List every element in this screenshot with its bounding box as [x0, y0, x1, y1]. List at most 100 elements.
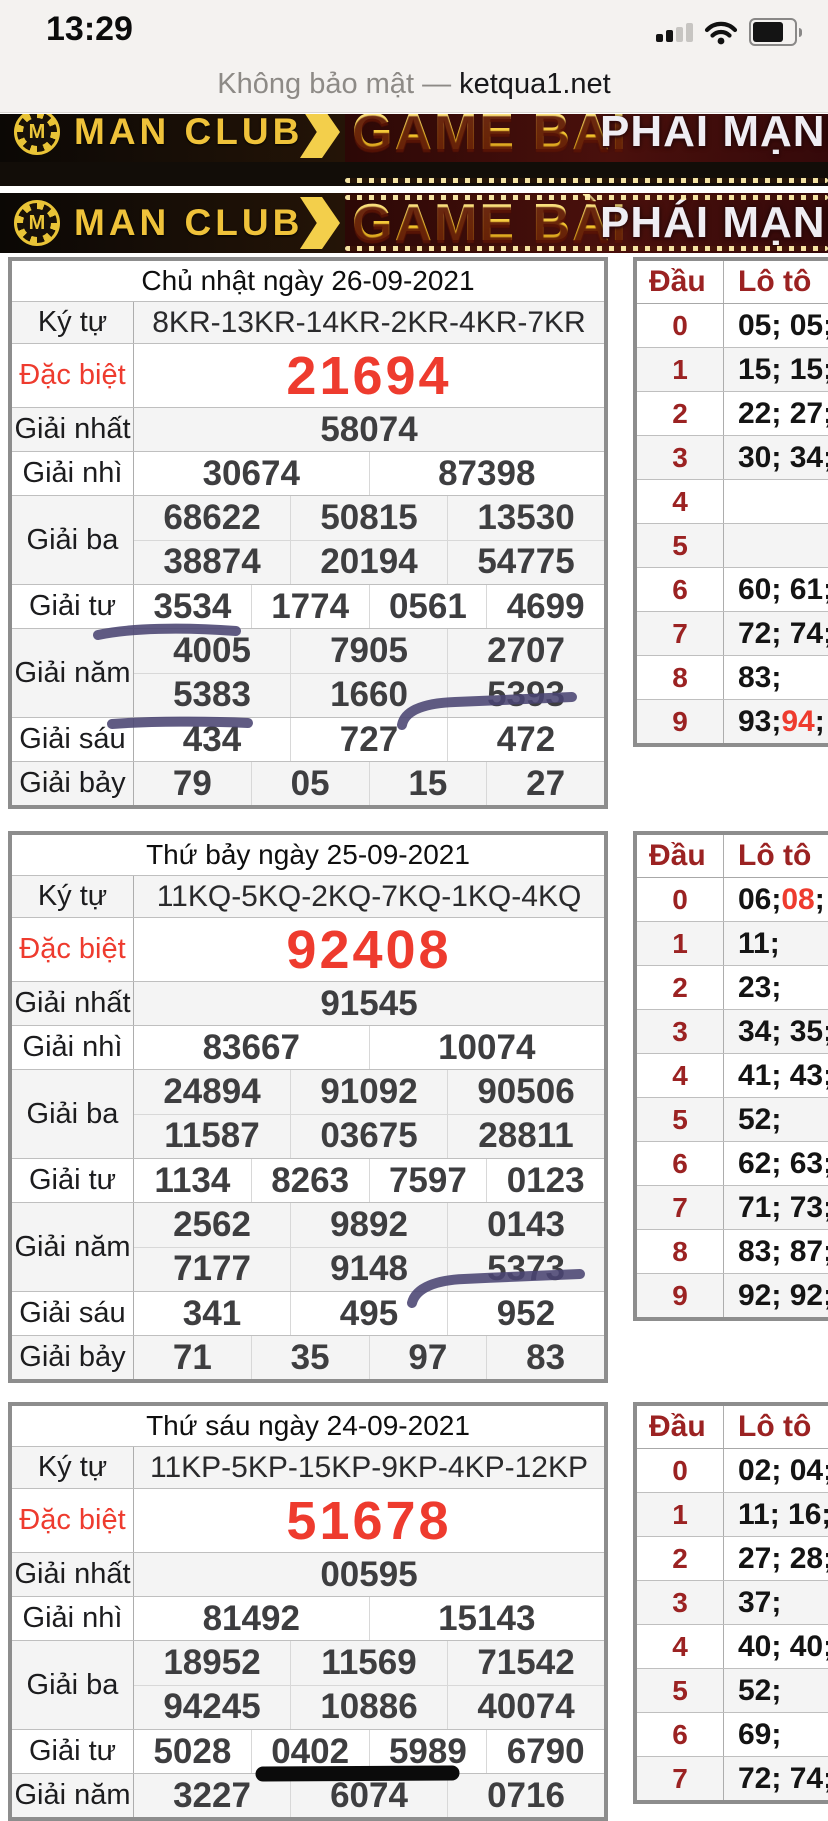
prize-value: 7597: [369, 1159, 487, 1202]
prize-label: Giải năm: [12, 629, 134, 717]
prize-label: Giải sáu: [12, 1292, 134, 1335]
loto-row: 992; 92; 94: [637, 1273, 828, 1317]
loto-row: 552;: [637, 1097, 828, 1141]
dau-digit: 4: [637, 1054, 724, 1097]
loto-row: 662; 63; 67: [637, 1141, 828, 1185]
loto-header: Lô tô: [724, 1406, 828, 1448]
loto-values: 72; 74; 74: [724, 612, 828, 655]
prize-value: 1134: [134, 1159, 251, 1202]
prize-value: 3227: [134, 1774, 290, 1817]
prize-label: Giải tư: [12, 585, 134, 628]
banner-title: GAME BÀI: [352, 114, 628, 162]
loto-values: [724, 480, 828, 523]
dau-digit: 4: [637, 480, 724, 523]
battery-icon: [749, 18, 802, 46]
prize-label: Giải ba: [12, 1070, 134, 1158]
status-icons: [656, 18, 802, 46]
row-giai-ba: Giải ba 24894 91092 90506 11587 03675 28…: [12, 1069, 604, 1158]
loto-row: 5: [637, 523, 828, 567]
prize-value: 13530: [447, 496, 604, 540]
table-date-header: Thứ bảy ngày 25-09-2021: [12, 835, 604, 875]
dau-digit: 5: [637, 524, 724, 567]
loto-values: 34; 35;: [724, 1010, 828, 1053]
prize-value: 68622: [134, 496, 290, 540]
prize-value: 91092: [290, 1070, 447, 1114]
row-giai-nhat: Giải nhất 91545: [12, 981, 604, 1025]
loto-row: 883; 87;: [637, 1229, 828, 1273]
prize-value: 30674: [134, 452, 369, 495]
loto-header: Lô tô: [724, 261, 828, 303]
wifi-icon: [704, 20, 738, 45]
row-giai-bay: Giải bảy 71 35 97 83: [12, 1335, 604, 1379]
loto-values: 22; 27; 27: [724, 392, 828, 435]
loto-values: 71; 73; 74: [724, 1186, 828, 1229]
prize-value: 71542: [447, 1641, 604, 1685]
prize-value: 83: [486, 1336, 604, 1379]
prize-value: 50815: [290, 496, 447, 540]
prize-value: 434: [134, 718, 290, 761]
dau-digit: 1: [637, 1493, 724, 1536]
prize-value: 1774: [251, 585, 369, 628]
prize-value: 79: [134, 762, 251, 805]
loto-row: 440; 40; 42: [637, 1624, 828, 1668]
row-dac-biet: Đặc biệt 51678: [12, 1488, 604, 1552]
ad-banner-second[interactable]: M MAN CLUB GAME BÀI PHÁI MẠNH: [0, 193, 828, 253]
loto-row: 115; 15;: [637, 347, 828, 391]
row-giai-ba: Giải ba 68622 50815 13530 38874 20194 54…: [12, 495, 604, 584]
loto-values: 40; 40; 42: [724, 1625, 828, 1668]
loto-values: 05; 05; 05: [724, 304, 828, 347]
prize-label: Giải ba: [12, 1641, 134, 1729]
loto-row: 330; 34; 34: [637, 435, 828, 479]
row-giai-nam: Giải năm 4005 7905 2707 5383 1660 5393: [12, 628, 604, 717]
prize-value: 495: [290, 1292, 447, 1335]
ky-tu-value: 11KQ-5KQ-2KQ-7KQ-1KQ-4KQ: [134, 876, 604, 917]
loto-values: 02; 04; 06: [724, 1449, 828, 1492]
separator: —: [422, 68, 451, 100]
loto-row: 223;: [637, 965, 828, 1009]
prize-value: 1660: [290, 674, 447, 718]
prize-value: 0123: [486, 1159, 604, 1202]
row-ky-tu: Ký tự 11KP-5KP-15KP-9KP-4KP-12KP: [12, 1446, 604, 1488]
security-label: Không bảo mật: [217, 68, 414, 100]
loto-row: 334; 35;: [637, 1009, 828, 1053]
ad-banner-top[interactable]: M MAN CLUB GAME BÀI PHÁI MẠNH: [0, 114, 828, 186]
dau-digit: 8: [637, 656, 724, 699]
row-giai-nam: Giải năm 2562 9892 0143 7177 9148 5373: [12, 1202, 604, 1291]
prize-label: Giải nhì: [12, 1597, 134, 1640]
loto-values: 11; 16; 18: [724, 1493, 828, 1536]
prize-value: 5373: [447, 1248, 604, 1292]
lottery-results-table: Thứ bảy ngày 25-09-2021 Ký tự 11KQ-5KQ-2…: [8, 831, 608, 1383]
dau-digit: 9: [637, 700, 724, 743]
lottery-results-table: Chủ nhật ngày 26-09-2021 Ký tự 8KR-13KR-…: [8, 257, 608, 809]
loto-row: 005; 05; 05: [637, 303, 828, 347]
prize-value: 83667: [134, 1026, 369, 1069]
prize-value: 341: [134, 1292, 290, 1335]
loto-row: 883;: [637, 655, 828, 699]
special-prize-value: 92408: [134, 918, 604, 981]
banner-brand: MAN CLUB: [74, 202, 303, 244]
loto-row: 002; 04; 06: [637, 1448, 828, 1492]
prize-label: Giải nhất: [12, 982, 134, 1025]
prize-value: 2707: [447, 629, 604, 673]
prize-value: 6790: [486, 1730, 604, 1773]
prize-label: Ký tự: [12, 302, 134, 343]
prize-value: 8263: [251, 1159, 369, 1202]
prize-value: 97: [369, 1336, 487, 1379]
prize-value: 90506: [447, 1070, 604, 1114]
row-dac-biet: Đặc biệt 21694: [12, 343, 604, 407]
prize-value: 27: [486, 762, 604, 805]
dau-digit: 8: [637, 1230, 724, 1273]
dau-digit: 0: [637, 878, 724, 921]
prize-value: 7905: [290, 629, 447, 673]
prize-label: Giải năm: [12, 1774, 134, 1817]
prize-value: 0143: [447, 1203, 604, 1247]
prize-value: 10886: [290, 1686, 447, 1730]
manclub-chip-icon: M: [14, 200, 60, 246]
prize-value: 11569: [290, 1641, 447, 1685]
address-bar[interactable]: Không bảo mật — ketqua1.net: [0, 68, 828, 101]
dau-digit: 4: [637, 1625, 724, 1668]
prize-value: 20194: [290, 541, 447, 585]
loto-values: 30; 34; 34: [724, 436, 828, 479]
prize-value: 952: [447, 1292, 604, 1335]
table-date-header: Thứ sáu ngày 24-09-2021: [12, 1406, 604, 1446]
